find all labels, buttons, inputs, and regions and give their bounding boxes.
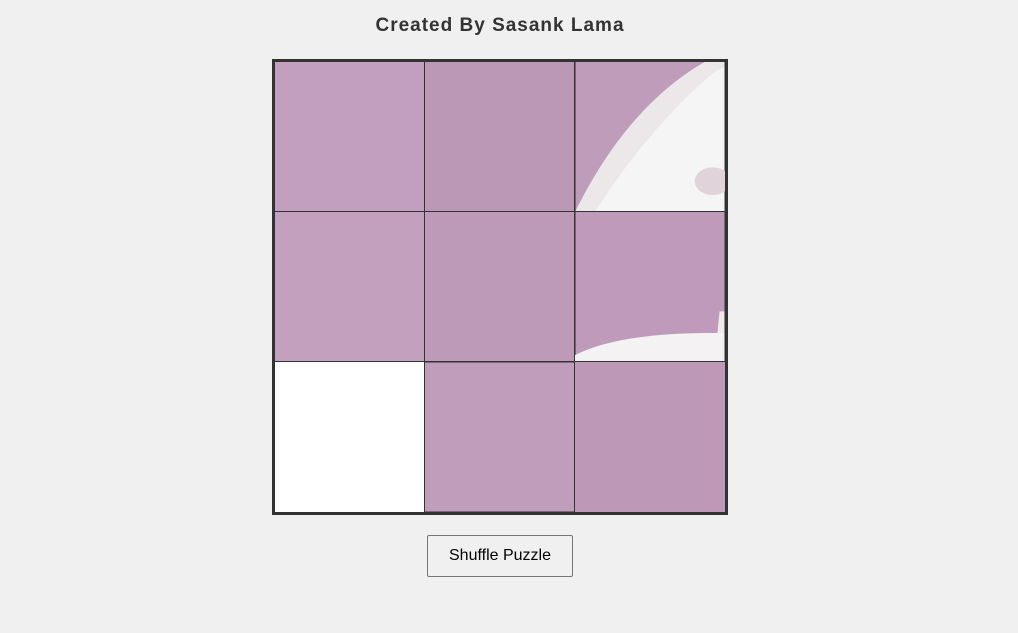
puzzle-tile[interactable]	[575, 62, 725, 212]
tile-image	[275, 212, 424, 361]
tile-image	[275, 62, 424, 211]
page-title: Created By Sasank Lama	[375, 15, 625, 36]
tile-image	[425, 362, 574, 512]
puzzle-tile[interactable]	[425, 212, 575, 362]
puzzle-tile[interactable]	[425, 362, 575, 512]
shuffle-button[interactable]: Shuffle Puzzle	[427, 535, 573, 577]
puzzle-tile[interactable]	[575, 212, 725, 362]
puzzle-tile[interactable]	[575, 362, 725, 512]
empty-slot	[275, 362, 425, 512]
puzzle-tile[interactable]	[275, 212, 425, 362]
tile-image	[425, 212, 574, 361]
tile-image	[425, 62, 574, 211]
tile-image	[575, 62, 725, 211]
puzzle-tile[interactable]	[275, 62, 425, 212]
tile-image	[575, 212, 725, 361]
puzzle-board	[272, 59, 728, 515]
tile-image	[575, 362, 725, 512]
puzzle-tile[interactable]	[425, 62, 575, 212]
